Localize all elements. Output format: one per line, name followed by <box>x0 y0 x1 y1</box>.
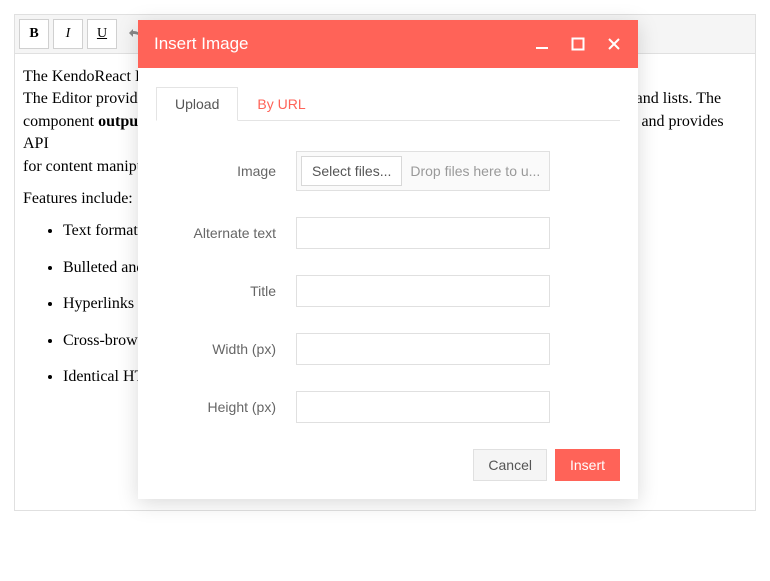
dialog-title: Insert Image <box>154 34 249 54</box>
row-width: Width (px) <box>156 333 620 365</box>
dialog-buttons: Cancel Insert <box>156 449 620 481</box>
width-input[interactable] <box>296 333 550 365</box>
dialog-body: Upload By URL Image Select files... Drop… <box>138 68 638 499</box>
dialog-window-actions <box>534 36 622 52</box>
drop-files-hint: Drop files here to u... <box>410 163 545 179</box>
alt-text-input[interactable] <box>296 217 550 249</box>
tab-upload[interactable]: Upload <box>156 87 238 121</box>
insert-button[interactable]: Insert <box>555 449 620 481</box>
minimize-icon[interactable] <box>534 36 550 52</box>
row-title: Title <box>156 275 620 307</box>
label-image: Image <box>156 163 296 179</box>
underline-button[interactable]: U <box>87 19 117 49</box>
row-alt: Alternate text <box>156 217 620 249</box>
select-files-button[interactable]: Select files... <box>301 156 402 186</box>
row-image: Image Select files... Drop files here to… <box>156 151 620 191</box>
dialog-titlebar[interactable]: Insert Image <box>138 20 638 68</box>
height-input[interactable] <box>296 391 550 423</box>
bold-button[interactable]: B <box>19 19 49 49</box>
cancel-button[interactable]: Cancel <box>473 449 547 481</box>
label-alt: Alternate text <box>156 225 296 241</box>
label-height: Height (px) <box>156 399 296 415</box>
label-width: Width (px) <box>156 341 296 357</box>
label-title: Title <box>156 283 296 299</box>
italic-button[interactable]: I <box>53 19 83 49</box>
maximize-icon[interactable] <box>570 36 586 52</box>
close-icon[interactable] <box>606 36 622 52</box>
tabstrip: Upload By URL <box>156 86 620 121</box>
title-input[interactable] <box>296 275 550 307</box>
upload-widget[interactable]: Select files... Drop files here to u... <box>296 151 550 191</box>
tab-by-url[interactable]: By URL <box>238 87 324 121</box>
insert-image-dialog: Insert Image Upload By URL Image Select … <box>138 20 638 499</box>
row-height: Height (px) <box>156 391 620 423</box>
